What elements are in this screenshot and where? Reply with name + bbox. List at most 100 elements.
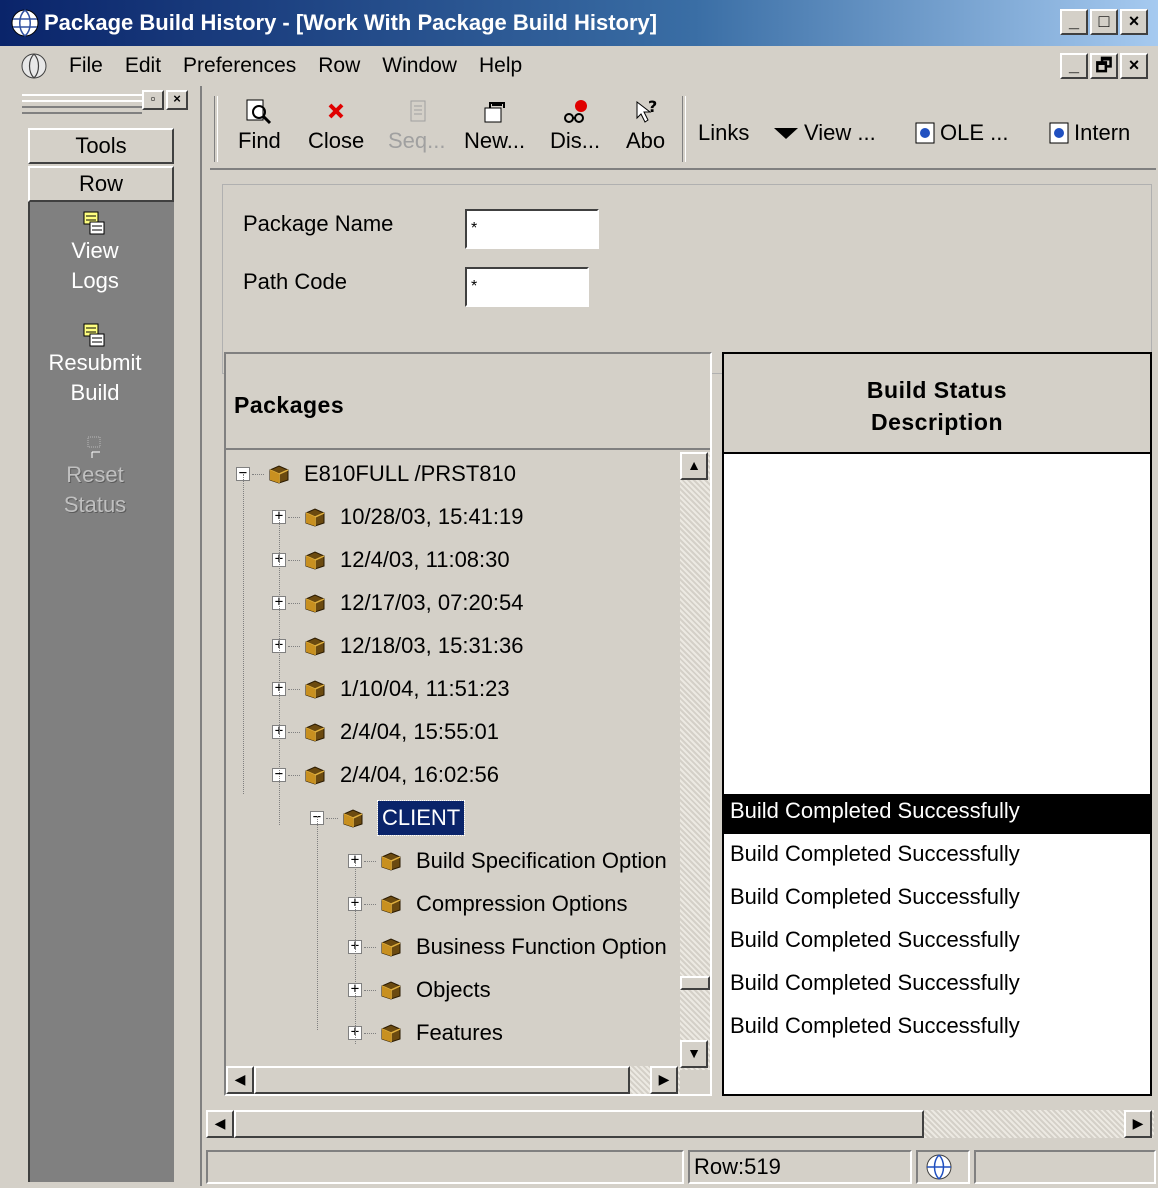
internet-icon — [1049, 122, 1069, 144]
tree-node-label: E810FULL /PRST810 — [304, 461, 516, 486]
panel-grip-lower — [22, 100, 142, 114]
reset-status-icon — [87, 436, 101, 458]
tree-node[interactable]: + Build Specification Option — [348, 841, 667, 881]
main-hscroll-thumb[interactable] — [234, 1110, 924, 1138]
tree-node-label: Objects — [416, 977, 491, 1002]
main-horizontal-scrollbar[interactable]: ◀ ▶ — [206, 1110, 1154, 1138]
menu-preferences[interactable]: Preferences — [172, 54, 307, 78]
tree-node[interactable]: +12/17/03, 07:20:54 — [272, 583, 524, 623]
grid-row[interactable]: Build Completed Successfully — [724, 923, 1150, 963]
panel-collapse-button[interactable]: ▫ — [142, 90, 164, 110]
about-button[interactable]: ? Abo — [626, 98, 665, 154]
internet-button[interactable]: Intern — [1048, 120, 1130, 146]
panel-close-button[interactable]: × — [166, 90, 188, 110]
tree-node-label: 12/18/03, 15:31:36 — [340, 633, 524, 658]
find-button[interactable]: Find — [238, 98, 281, 154]
tree-node[interactable]: + Compression Options — [348, 884, 628, 924]
tools-button[interactable]: Tools — [28, 128, 174, 164]
links-label: Links — [698, 120, 750, 145]
toolbar: Find Close Seq... New... Dis... ? Abo Li… — [210, 92, 1156, 170]
close-label: Close — [308, 128, 365, 153]
tree-connector — [288, 688, 300, 690]
tree-connector — [326, 817, 338, 819]
svg-text:?: ? — [648, 98, 657, 116]
ole-button[interactable]: OLE ... — [914, 120, 1008, 146]
scroll-up-button[interactable]: ▲ — [680, 452, 708, 480]
grid-row[interactable]: Build Completed Successfully — [724, 794, 1150, 834]
maximize-button[interactable]: □ — [1090, 9, 1118, 35]
find-label: Find — [238, 128, 281, 153]
build-status-header[interactable]: Build Status Description — [724, 354, 1150, 454]
package-icon — [381, 981, 401, 1000]
resubmit-build-action[interactable]: Resubmit Build — [30, 322, 160, 408]
tree-node[interactable]: −2/4/04, 16:02:56 — [272, 755, 499, 795]
tree-node[interactable]: + Business Function Option — [348, 927, 667, 967]
tree-node[interactable]: +12/4/03, 11:08:30 — [272, 540, 510, 580]
package-icon — [381, 938, 401, 957]
package-icon — [305, 723, 325, 742]
doc-close-button[interactable]: × — [1120, 53, 1148, 79]
window-title: Package Build History - [Work With Packa… — [44, 10, 658, 35]
view-logs-label-2: Logs — [71, 268, 119, 293]
menu-window[interactable]: Window — [371, 54, 468, 78]
tree-node[interactable]: +10/28/03, 15:41:19 — [272, 497, 524, 537]
tree-horizontal-scrollbar[interactable]: ◀ ▶ — [226, 1066, 680, 1094]
grid-row[interactable]: Build Completed Successfully — [724, 966, 1150, 1006]
menu-help[interactable]: Help — [468, 54, 533, 78]
tree-node-label: 2/4/04, 15:55:01 — [340, 719, 500, 744]
row-button[interactable]: Row — [28, 166, 174, 202]
build-status-header-line1: Build Status — [866, 377, 1008, 403]
tree-node[interactable]: +1/10/04, 11:51:23 — [272, 669, 510, 709]
doc-minimize-button[interactable]: _ — [1060, 53, 1088, 79]
main-scroll-right-button[interactable]: ▶ — [1124, 1110, 1152, 1138]
tree-node[interactable]: − CLIENT — [310, 798, 466, 838]
tree-connector — [364, 1032, 376, 1034]
status-cell-extra — [974, 1150, 1156, 1184]
doc-restore-button[interactable]: 🗗 — [1090, 53, 1118, 79]
tree-node-label: 10/28/03, 15:41:19 — [340, 504, 524, 529]
globe-document-icon[interactable] — [20, 52, 48, 80]
tree-node[interactable]: +2/4/04, 15:55:01 — [272, 712, 499, 752]
globe-app-icon — [11, 9, 39, 37]
close-window-button[interactable]: × — [1120, 9, 1148, 35]
reset-status-action[interactable]: Reset Status — [30, 434, 160, 520]
grid-row[interactable]: Build Completed Successfully — [724, 1009, 1150, 1049]
package-icon — [305, 766, 325, 785]
main-scroll-left-button[interactable]: ◀ — [206, 1110, 234, 1138]
menu-row[interactable]: Row — [307, 54, 371, 78]
view-logs-action[interactable]: View Logs — [30, 210, 160, 296]
sequence-button[interactable]: Seq... — [388, 98, 445, 154]
packages-tree: − E810FULL /PRST810 +10/28/03, 15:41:19 +12… — [226, 452, 680, 1070]
path-code-input[interactable] — [465, 267, 589, 307]
menu-file[interactable]: File — [58, 54, 114, 78]
scroll-left-button[interactable]: ◀ — [226, 1066, 254, 1094]
tree-node[interactable]: + Features — [348, 1013, 503, 1053]
close-button[interactable]: Close — [308, 98, 364, 154]
tree-node[interactable]: − E810FULL /PRST810 — [236, 454, 516, 494]
scroll-down-button[interactable]: ▼ — [680, 1040, 708, 1068]
grid-row[interactable]: Build Completed Successfully — [724, 837, 1150, 877]
tree-connector — [288, 645, 300, 647]
display-button[interactable]: Dis... — [550, 98, 600, 154]
tree-node[interactable]: + Objects — [348, 970, 491, 1010]
package-icon — [381, 895, 401, 914]
new-button[interactable]: New... — [464, 98, 525, 154]
grid-row[interactable]: Build Completed Successfully — [724, 880, 1150, 920]
view-dropdown[interactable]: View ... — [774, 120, 876, 146]
menu-edit[interactable]: Edit — [114, 54, 172, 78]
scroll-right-button[interactable]: ▶ — [650, 1066, 678, 1094]
tree-connector-line — [317, 816, 318, 1030]
minimize-button[interactable]: _ — [1060, 9, 1088, 35]
tree-hscroll-thumb[interactable] — [254, 1066, 630, 1094]
view-label: View ... — [804, 120, 876, 145]
packages-header[interactable]: Packages — [226, 354, 710, 450]
links-button[interactable]: Links — [698, 120, 749, 146]
tree-connector — [288, 516, 300, 518]
package-icon — [269, 465, 289, 484]
tree-node[interactable]: +12/18/03, 15:31:36 — [272, 626, 524, 666]
tree-connector — [364, 903, 376, 905]
package-name-input[interactable] — [465, 209, 599, 249]
tree-vertical-scrollbar[interactable]: ▲ ▼ — [680, 452, 710, 1070]
build-status-grid: Build Status Description Build Completed… — [722, 352, 1152, 1096]
tree-vscroll-thumb[interactable] — [680, 976, 710, 990]
